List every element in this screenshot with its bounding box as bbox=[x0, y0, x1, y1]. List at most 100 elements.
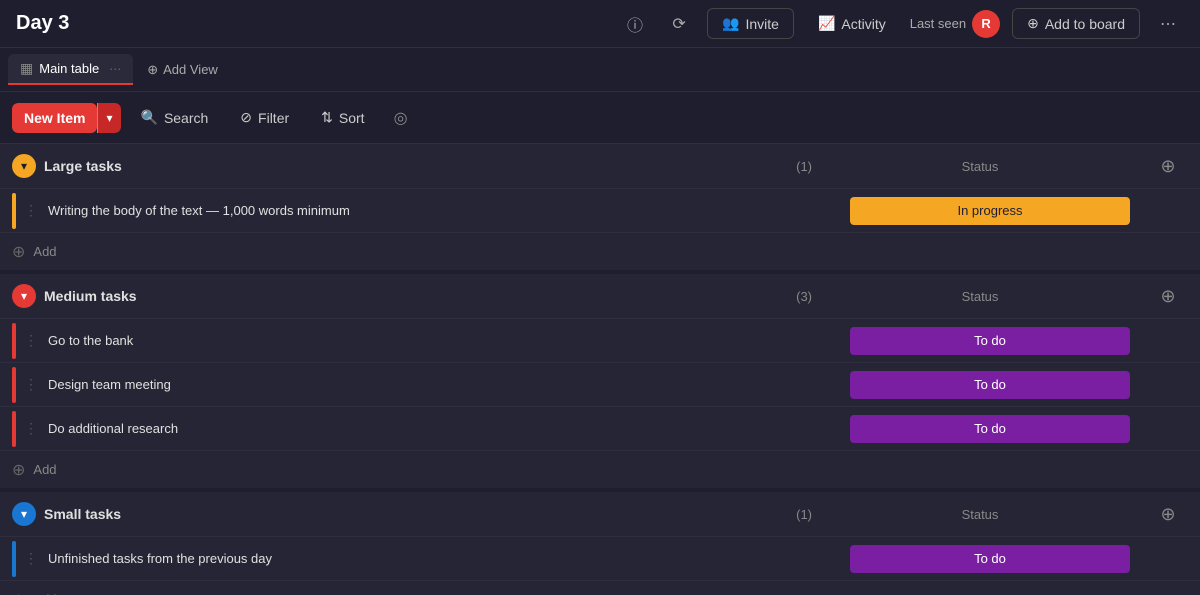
row-status: To do bbox=[840, 545, 1140, 573]
row-accent bbox=[12, 193, 16, 229]
status-badge[interactable]: In progress bbox=[850, 197, 1130, 225]
group-add-column-button[interactable]: ⊕ bbox=[1148, 156, 1188, 177]
task-title: Go to the bank bbox=[48, 329, 832, 352]
group-toggle-button[interactable]: ▾ bbox=[12, 284, 36, 308]
group-large: ▾Large tasks(1)Status⊕⋮Writing the body … bbox=[0, 144, 1200, 270]
activity-button[interactable]: 📈 Activity bbox=[806, 9, 898, 38]
search-label: Search bbox=[164, 110, 208, 126]
task-title: Writing the body of the text — 1,000 wor… bbox=[48, 199, 832, 222]
invite-button[interactable]: 👥 Invite bbox=[707, 8, 794, 39]
group-title: Medium tasks bbox=[44, 288, 780, 304]
task-title: Unfinished tasks from the previous day bbox=[48, 547, 832, 570]
chevron-down-icon: ▾ bbox=[106, 111, 112, 125]
plus-icon: ⊕ bbox=[12, 242, 25, 262]
row-accent bbox=[12, 323, 16, 359]
status-badge[interactable]: To do bbox=[850, 371, 1130, 399]
row-accent bbox=[12, 367, 16, 403]
more-options-button[interactable]: ⋯ bbox=[1152, 8, 1184, 40]
filter-button[interactable]: ⊘ Filter bbox=[228, 103, 301, 132]
invite-label: Invite bbox=[745, 16, 778, 32]
tab-main-table-label: Main table bbox=[39, 61, 99, 76]
status-badge[interactable]: To do bbox=[850, 545, 1130, 573]
drag-handle-icon[interactable]: ⋮ bbox=[24, 376, 40, 393]
group-medium: ▾ Medium tasks (3) Status ⊕ ⋮ Go to the bank To… bbox=[0, 274, 1200, 488]
new-item-label: New Item bbox=[24, 110, 85, 126]
table-row[interactable]: ⋮ Go to the bank To do bbox=[0, 318, 1200, 362]
row-accent bbox=[12, 541, 16, 577]
users-icon: 👥 bbox=[722, 15, 739, 32]
group-title: Large tasks bbox=[44, 158, 780, 174]
table-row[interactable]: ⋮ Design team meeting To do bbox=[0, 362, 1200, 406]
group-left-small: Small tasks (1) bbox=[44, 506, 812, 522]
group-title: Small tasks bbox=[44, 506, 780, 522]
refresh-icon: ⟳ bbox=[672, 14, 685, 34]
group-add-column-button[interactable]: ⊕ bbox=[1148, 286, 1188, 307]
add-view-button[interactable]: ⊕ Add View bbox=[137, 57, 228, 83]
add-icon: ⊕ bbox=[1027, 15, 1039, 32]
search-icon: 🔍 bbox=[141, 109, 158, 126]
new-item-group: New Item ▾ bbox=[12, 103, 121, 133]
add-row-button[interactable]: ⊕Add bbox=[0, 580, 1200, 595]
plus-icon: ⊕ bbox=[12, 460, 25, 480]
page-title: Day 3 bbox=[16, 12, 69, 35]
add-view-plus-icon: ⊕ bbox=[147, 62, 158, 78]
toolbar: New Item ▾ 🔍 Search ⊘ Filter ⇅ Sort ◎ bbox=[0, 92, 1200, 144]
search-button[interactable]: 🔍 Search bbox=[129, 103, 221, 132]
header-left: Day 3 bbox=[16, 12, 69, 35]
status-badge[interactable]: To do bbox=[850, 415, 1130, 443]
more-icon: ⋯ bbox=[1160, 14, 1176, 34]
drag-handle-icon[interactable]: ⋮ bbox=[24, 420, 40, 437]
task-title: Design team meeting bbox=[48, 373, 832, 396]
row-status: In progress bbox=[840, 197, 1140, 225]
drag-handle-icon[interactable]: ⋮ bbox=[24, 332, 40, 349]
plus-icon: ⊕ bbox=[12, 590, 25, 595]
new-item-dropdown-button[interactable]: ▾ bbox=[97, 103, 120, 133]
group-left-medium: Medium tasks (3) bbox=[44, 288, 812, 304]
group-toggle-button[interactable]: ▾ bbox=[12, 502, 36, 526]
table-row[interactable]: ⋮ Unfinished tasks from the previous day T… bbox=[0, 536, 1200, 580]
tab-bar: ▦ Main table ⋯ ⊕ Add View bbox=[0, 48, 1200, 92]
new-item-button[interactable]: New Item bbox=[12, 103, 97, 133]
group-add-column-button[interactable]: ⊕ bbox=[1148, 504, 1188, 525]
filter-label: Filter bbox=[258, 110, 289, 126]
add-row-label: Add bbox=[33, 244, 56, 259]
row-status: To do bbox=[840, 327, 1140, 355]
info-icon: ⓘ bbox=[627, 12, 643, 36]
activity-icon: 📈 bbox=[818, 15, 835, 32]
group-count: (3) bbox=[796, 289, 812, 304]
filter-icon: ⊘ bbox=[240, 109, 252, 126]
add-to-board-button[interactable]: ⊕ Add to board bbox=[1012, 8, 1140, 39]
group-header-large[interactable]: ▾Large tasks(1)Status⊕ bbox=[0, 144, 1200, 188]
refresh-button[interactable]: ⟳ bbox=[663, 8, 695, 40]
avatar: R bbox=[972, 10, 1000, 38]
group-count: (1) bbox=[796, 507, 812, 522]
status-badge[interactable]: To do bbox=[850, 327, 1130, 355]
add-view-label: Add View bbox=[163, 62, 218, 77]
add-to-board-label: Add to board bbox=[1045, 16, 1125, 32]
group-small: ▾ Small tasks (1) Status ⊕ ⋮ Unfinished tasks … bbox=[0, 492, 1200, 595]
group-left-large: Large tasks(1) bbox=[44, 158, 812, 174]
sort-button[interactable]: ⇅ Sort bbox=[309, 103, 376, 132]
hide-button[interactable]: ◎ bbox=[385, 102, 417, 134]
group-status-header: Status bbox=[820, 289, 1140, 304]
drag-handle-icon[interactable]: ⋮ bbox=[24, 550, 40, 567]
tab-main-table[interactable]: ▦ Main table ⋯ bbox=[8, 54, 133, 85]
eye-off-icon: ◎ bbox=[394, 108, 408, 128]
add-row-button[interactable]: ⊕ Add bbox=[0, 232, 1200, 270]
last-seen-label: Last seen bbox=[910, 16, 966, 31]
header: Day 3 ⓘ ⟳ 👥 Invite 📈 Activity Last seen … bbox=[0, 0, 1200, 48]
info-button[interactable]: ⓘ bbox=[619, 8, 651, 40]
drag-handle-icon[interactable]: ⋮ bbox=[24, 202, 40, 219]
sort-icon: ⇅ bbox=[321, 109, 333, 126]
group-status-header: Status bbox=[820, 507, 1140, 522]
sort-label: Sort bbox=[339, 110, 365, 126]
table-row[interactable]: ⋮Do additional researchTo do bbox=[0, 406, 1200, 450]
add-row-button[interactable]: ⊕ Add bbox=[0, 450, 1200, 488]
row-accent bbox=[12, 411, 16, 447]
add-row-label: Add bbox=[33, 462, 56, 477]
group-toggle-button[interactable]: ▾ bbox=[12, 154, 36, 178]
row-status: To do bbox=[840, 415, 1140, 443]
group-header-medium[interactable]: ▾ Medium tasks (3) Status ⊕ bbox=[0, 274, 1200, 318]
table-row[interactable]: ⋮ Writing the body of the text — 1,000 wo… bbox=[0, 188, 1200, 232]
group-header-small[interactable]: ▾ Small tasks (1) Status ⊕ bbox=[0, 492, 1200, 536]
